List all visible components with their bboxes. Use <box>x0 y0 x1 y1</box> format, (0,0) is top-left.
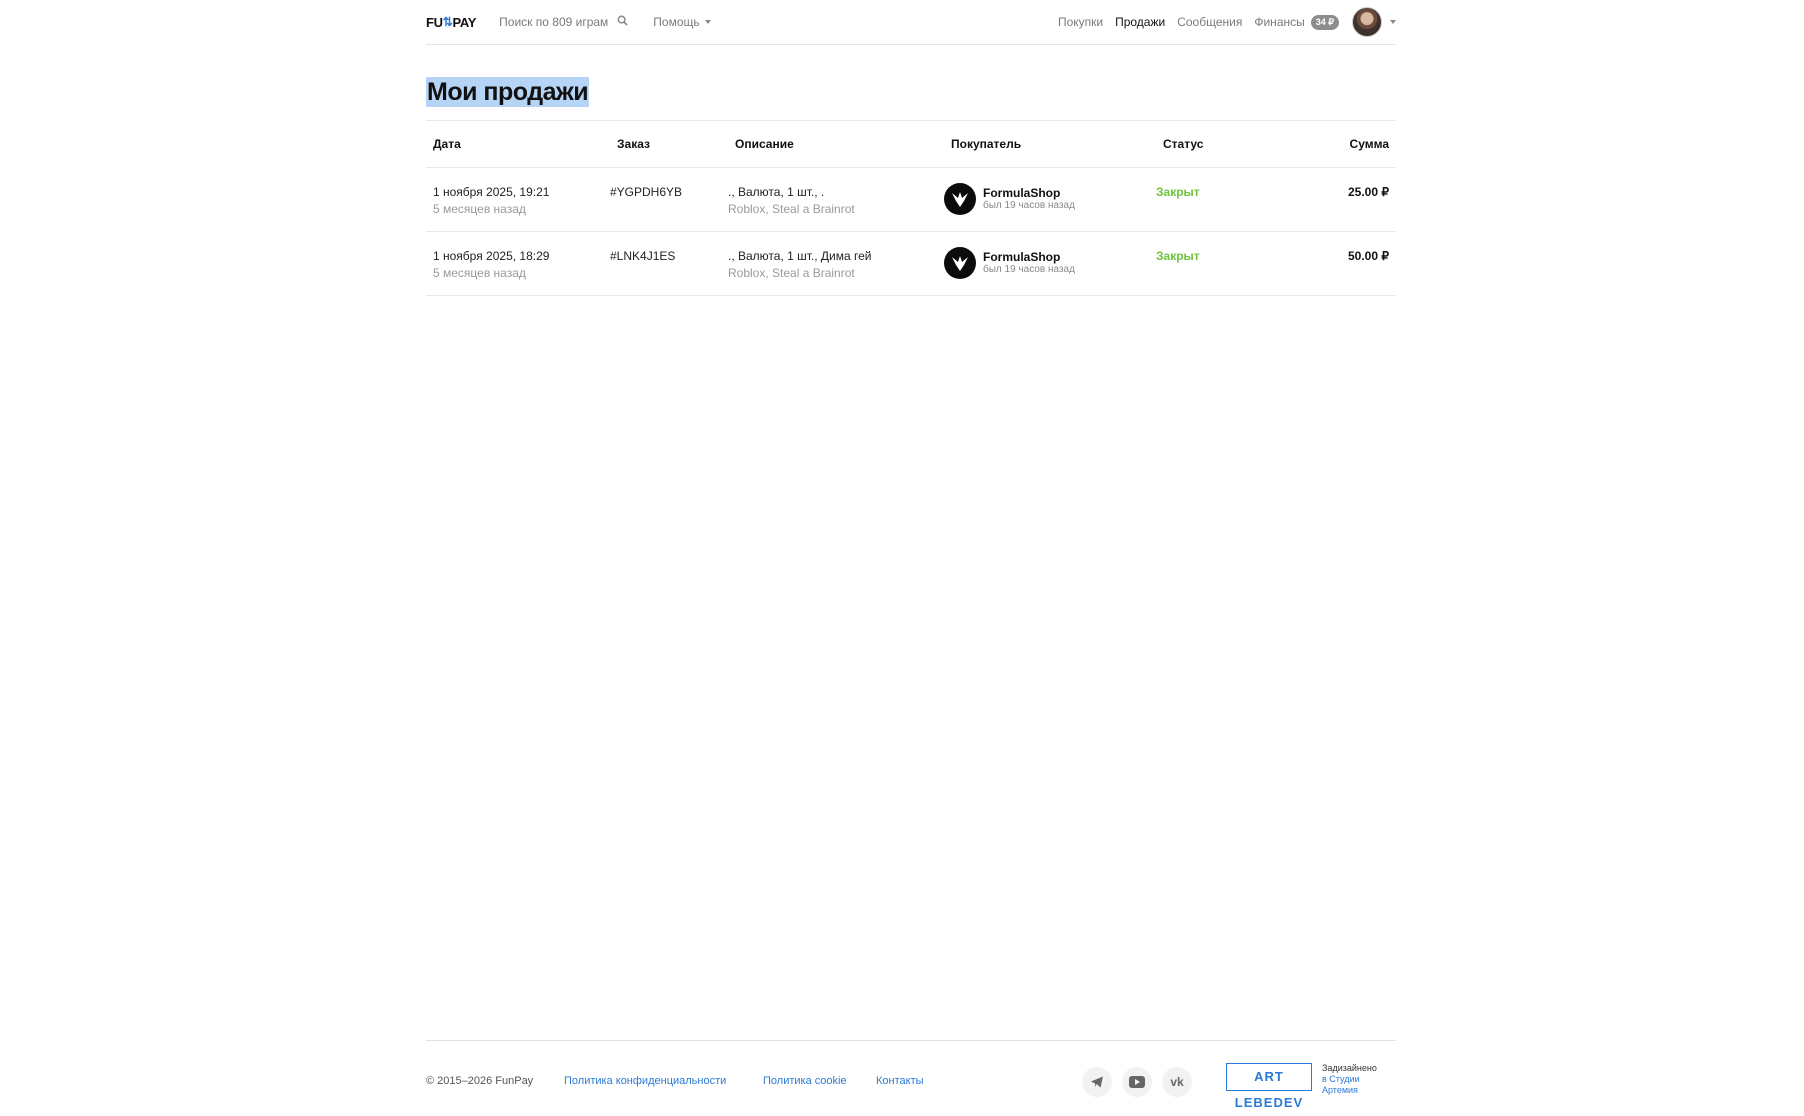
youtube-icon[interactable] <box>1122 1067 1152 1097</box>
order-ago: 5 месяцев назад <box>433 202 526 216</box>
buyer-last-seen: был 19 часов назад <box>983 263 1075 275</box>
nav-sales[interactable]: Продажи <box>1115 15 1165 29</box>
order-description: ., Валюта, 1 шт., . <box>728 185 825 199</box>
col-description: Описание <box>735 137 794 151</box>
col-order: Заказ <box>617 137 650 151</box>
row-buyer-cell: FormulaShop был 19 часов назад <box>944 232 1156 295</box>
buyer-name[interactable]: FormulaShop <box>983 250 1075 264</box>
row-status-cell: Закрыт <box>1156 168 1306 231</box>
col-date: Дата <box>433 137 461 151</box>
eagle-logo-icon <box>952 192 968 207</box>
footer-link-cookie[interactable]: Политика cookie <box>763 1075 847 1087</box>
balance-badge[interactable]: 34 ₽ <box>1310 14 1339 30</box>
top-navbar: FU ⇅ PAY Поиск по 809 играм Помощь Покуп… <box>426 0 1396 45</box>
status-badge: Закрыт <box>1156 249 1200 263</box>
order-description: ., Валюта, 1 шт., Дима гей <box>728 249 872 263</box>
col-sum: Сумма <box>1349 137 1389 151</box>
row-buyer-cell: FormulaShop был 19 часов назад <box>944 168 1156 231</box>
buyer-avatar[interactable] <box>944 183 976 215</box>
row-date-cell: 1 ноября 2025, 18:29 5 месяцев назад <box>426 232 610 295</box>
order-id: #LNK4J1ES <box>610 249 676 263</box>
row-desc-cell: ., Валюта, 1 шт., . Roblox, Steal a Brai… <box>728 168 944 231</box>
col-buyer: Покупатель <box>951 137 1022 151</box>
search-label: Поиск по 809 играм <box>499 15 609 29</box>
help-label: Помощь <box>653 15 700 29</box>
buyer-last-seen: был 19 часов назад <box>983 199 1075 211</box>
sales-table: Дата Заказ Описание Покупатель Статус Су… <box>426 120 1396 296</box>
footer: © 2015–2026 FunPay Политика конфиденциал… <box>426 1040 1396 1110</box>
art-lebedev-logo[interactable]: ART LEBEDEV <box>1226 1063 1312 1110</box>
game-search[interactable]: Поиск по 809 играм <box>499 15 628 29</box>
footer-copyright: © 2015–2026 FunPay <box>426 1075 534 1087</box>
telegram-icon[interactable] <box>1082 1067 1112 1097</box>
page-wrapper: FU ⇅ PAY Поиск по 809 играм Помощь Покуп… <box>426 0 1396 296</box>
row-order-cell: #YGPDH6YB <box>610 168 728 231</box>
chevron-down-icon <box>704 20 711 24</box>
footer-link-contacts[interactable]: Контакты <box>876 1075 924 1087</box>
funpay-logo[interactable]: FU ⇅ PAY <box>426 15 476 30</box>
order-game: Roblox, Steal a Brainrot <box>728 266 855 280</box>
vk-icon[interactable]: vk <box>1162 1067 1192 1097</box>
status-badge: Закрыт <box>1156 185 1200 199</box>
order-ago: 5 месяцев назад <box>433 266 526 280</box>
user-avatar[interactable] <box>1352 7 1382 37</box>
order-date: 1 ноября 2025, 19:21 <box>433 185 550 199</box>
footer-link-privacy[interactable]: Политика конфиденциальности <box>564 1075 726 1087</box>
order-sum: 50.00 ₽ <box>1348 249 1389 263</box>
eagle-logo-icon <box>952 256 968 271</box>
table-header: Дата Заказ Описание Покупатель Статус Су… <box>426 121 1396 168</box>
user-menu-chevron-icon[interactable] <box>1390 20 1396 24</box>
row-date-cell: 1 ноября 2025, 19:21 5 месяцев назад <box>426 168 610 231</box>
logo-arrows-icon: ⇅ <box>442 15 453 29</box>
order-date: 1 ноября 2025, 18:29 <box>433 249 550 263</box>
nav-messages[interactable]: Сообщения <box>1177 15 1242 29</box>
page-title-highlight: Мои продажи <box>426 77 590 107</box>
row-desc-cell: ., Валюта, 1 шт., Дима гей Roblox, Steal… <box>728 232 944 295</box>
search-icon[interactable] <box>617 15 628 29</box>
nav-finances[interactable]: Финансы <box>1254 15 1304 29</box>
page-title: Мои продажи <box>427 78 589 106</box>
order-id: #YGPDH6YB <box>610 185 683 199</box>
table-row[interactable]: 1 ноября 2025, 19:21 5 месяцев назад #YG… <box>426 168 1396 232</box>
row-order-cell: #LNK4J1ES <box>610 232 728 295</box>
buyer-avatar[interactable] <box>944 247 976 279</box>
row-sum-cell: 50.00 ₽ <box>1306 232 1396 295</box>
help-menu[interactable]: Помощь <box>653 15 711 29</box>
row-status-cell: Закрыт <box>1156 232 1306 295</box>
row-sum-cell: 25.00 ₽ <box>1306 168 1396 231</box>
nav-purchases[interactable]: Покупки <box>1058 15 1103 29</box>
buyer-name[interactable]: FormulaShop <box>983 186 1075 200</box>
table-row[interactable]: 1 ноября 2025, 18:29 5 месяцев назад #LN… <box>426 232 1396 296</box>
order-game: Roblox, Steal a Brainrot <box>728 202 855 216</box>
order-sum: 25.00 ₽ <box>1348 185 1389 199</box>
col-status: Статус <box>1163 137 1204 151</box>
